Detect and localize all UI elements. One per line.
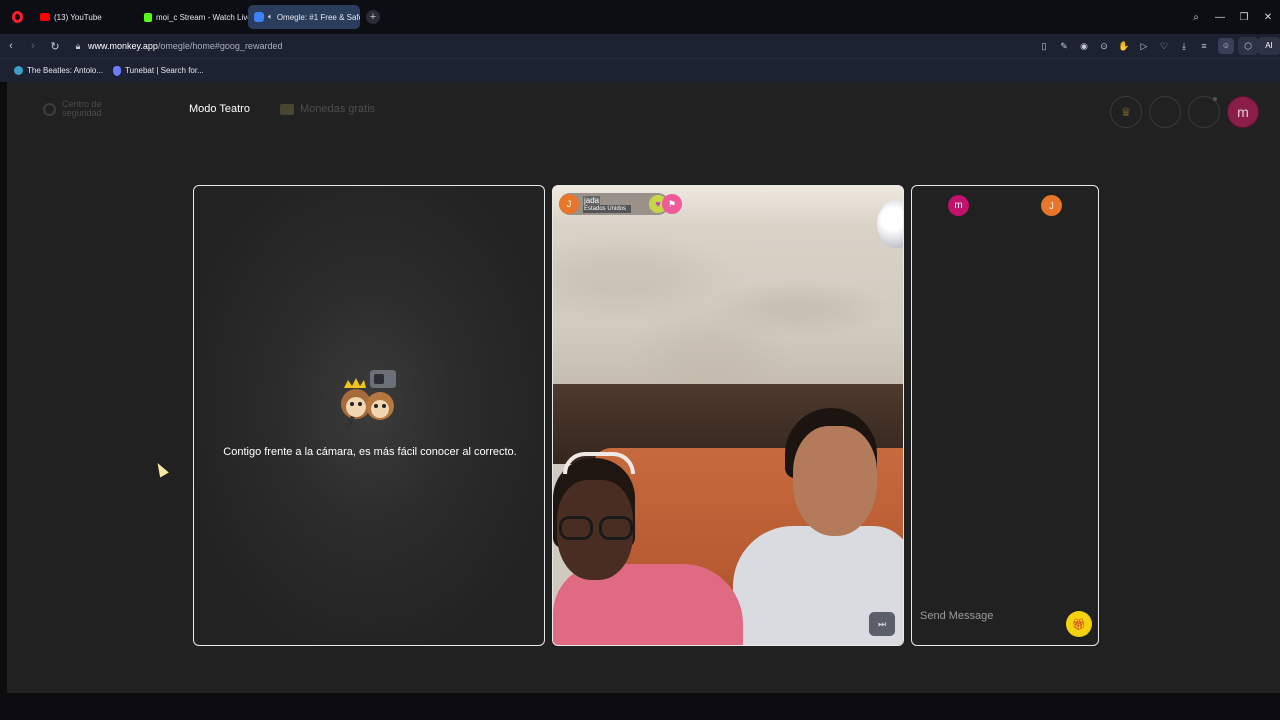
safety-center-link[interactable]: Centro de seguridad bbox=[43, 100, 153, 118]
partner-avatar: J bbox=[559, 194, 579, 214]
bookmark-favicon-icon bbox=[14, 66, 23, 75]
camera-icon[interactable]: ◉ bbox=[1074, 41, 1094, 52]
new-tab-button[interactable]: + bbox=[366, 10, 380, 24]
safety-icon bbox=[43, 102, 56, 116]
coins-label: Monedas gratis bbox=[299, 103, 376, 115]
speaker-icon[interactable]: 🔈︎ bbox=[268, 12, 273, 22]
partner-info: jada Estados Unidos bbox=[583, 195, 649, 213]
partner-country: Estados Unidos bbox=[583, 205, 631, 213]
report-icon[interactable]: ⚑ bbox=[662, 194, 682, 214]
notifications-button[interactable] bbox=[1188, 96, 1220, 128]
kick-icon bbox=[144, 12, 152, 22]
coins-icon bbox=[279, 103, 294, 115]
edit-icon[interactable]: ✎ bbox=[1054, 41, 1074, 52]
minimize-icon[interactable]: — bbox=[1208, 12, 1232, 23]
close-icon[interactable]: ✕ bbox=[1256, 12, 1280, 23]
lock-icon[interactable]: 🔒︎ bbox=[70, 41, 86, 52]
play-icon[interactable]: ▷ bbox=[1134, 41, 1154, 52]
monkey-page: Centro de seguridad Modo Teatro Monedas … bbox=[7, 82, 1280, 693]
reload-icon[interactable]: ↻ bbox=[44, 40, 66, 53]
tab-label: Omegle: #1 Free & Safe bbox=[276, 12, 360, 22]
partner-video-panel: J jada Estados Unidos ♥ ⚑ ⏭︎ bbox=[552, 185, 904, 646]
top-navigation: Centro de seguridad Modo Teatro Monedas … bbox=[43, 100, 375, 118]
heart-icon[interactable]: ♡ bbox=[1154, 41, 1174, 52]
monkey-mascot-icon bbox=[341, 370, 396, 431]
back-icon[interactable]: ‹ bbox=[0, 40, 22, 52]
address-bar: ‹ › ↻ 🔒︎ www.monkey.app/omegle/home#goog… bbox=[0, 34, 1280, 58]
window-controls: ⌕ — ❐ ✕ bbox=[1184, 0, 1280, 34]
opera-menu-icon[interactable] bbox=[0, 0, 34, 34]
extensions-icon[interactable]: ⬡ bbox=[1238, 37, 1258, 55]
camera-prompt-text: Contigo frente a la cámara, es más fácil… bbox=[223, 446, 517, 458]
download-icon[interactable]: ⤓ bbox=[1174, 41, 1194, 52]
url-path: /omegle/home#goog_rewarded bbox=[157, 41, 283, 51]
send-message-input[interactable] bbox=[920, 608, 1060, 624]
tab-youtube[interactable]: (13) YouTube bbox=[34, 5, 138, 29]
chat-avatar-me: m bbox=[948, 195, 969, 216]
bookmarks-bar: The Beatles: Antolo... Tunebat | Search … bbox=[0, 58, 1280, 82]
bookmark-favicon-icon bbox=[113, 65, 122, 76]
restore-icon[interactable]: ❐ bbox=[1232, 12, 1256, 23]
tab-label: (13) YouTube bbox=[54, 12, 102, 22]
ai-button[interactable]: AI bbox=[1258, 37, 1280, 55]
tab-label: moi_c Stream - Watch Live bbox=[156, 12, 248, 22]
video-glasses bbox=[555, 516, 635, 542]
chat-panel: m J 🎁︎ bbox=[911, 185, 1099, 646]
settings-button[interactable] bbox=[1149, 96, 1181, 128]
chat-avatar-partner: J bbox=[1041, 195, 1062, 216]
profile-icon[interactable]: ☺ bbox=[1218, 38, 1234, 54]
forward-icon[interactable]: › bbox=[22, 40, 44, 52]
screen-bottom-strip bbox=[0, 693, 1280, 720]
video-person-1-headband bbox=[563, 452, 635, 474]
youtube-icon bbox=[40, 13, 50, 21]
address-bar-tools: ▯ ✎ ◉ ⊙ ✋ ▷ ♡ ⤓ ≡ ☺ ⬡ AI bbox=[1034, 34, 1280, 58]
free-coins-link[interactable]: Monedas gratis bbox=[279, 103, 376, 115]
gift-icon[interactable]: 🎁︎ bbox=[1066, 611, 1092, 637]
search-tabs-icon[interactable]: ⌕ bbox=[1184, 12, 1208, 23]
url-domain: www.monkey.app bbox=[88, 41, 158, 51]
url-field[interactable]: www.monkey.app/omegle/home#goog_rewarded bbox=[88, 41, 282, 51]
account-controls: ♛ m bbox=[1110, 96, 1259, 128]
browser-tab-bar: (13) YouTube moi_c Stream - Watch Live 🔈… bbox=[0, 0, 1280, 34]
adblock-icon[interactable]: ✋ bbox=[1114, 41, 1134, 52]
bookmark-beatles[interactable]: The Beatles: Antolo... bbox=[14, 66, 103, 75]
tab-kick-stream[interactable]: moi_c Stream - Watch Live bbox=[138, 5, 248, 29]
avatar[interactable]: m bbox=[1227, 96, 1259, 128]
video-person-2-face bbox=[793, 426, 877, 536]
omegle-icon bbox=[254, 12, 264, 22]
safety-label: Centro de seguridad bbox=[62, 99, 102, 118]
bookmark-label: Tunebat | Search for... bbox=[125, 66, 204, 75]
menu-icon[interactable]: ≡ bbox=[1194, 41, 1214, 51]
video-texture bbox=[553, 234, 903, 384]
partner-user-tag[interactable]: J jada Estados Unidos ♥ bbox=[559, 193, 669, 215]
partner-username: jada bbox=[583, 196, 601, 205]
bookmark-label: The Beatles: Antolo... bbox=[27, 66, 104, 75]
vpn-icon[interactable]: ⊙ bbox=[1094, 41, 1114, 52]
reader-icon[interactable]: ▯ bbox=[1034, 41, 1054, 52]
self-camera-panel: Contigo frente a la cámara, es más fácil… bbox=[193, 185, 545, 646]
crown-icon[interactable]: ♛ bbox=[1110, 96, 1142, 128]
tab-omegle-active[interactable]: 🔈︎ Omegle: #1 Free & Safe bbox=[248, 5, 360, 29]
bookmark-tunebat[interactable]: Tunebat | Search for... bbox=[113, 65, 204, 76]
theater-mode-link[interactable]: Modo Teatro bbox=[189, 103, 250, 115]
skip-next-icon[interactable]: ⏭︎ bbox=[869, 612, 895, 636]
